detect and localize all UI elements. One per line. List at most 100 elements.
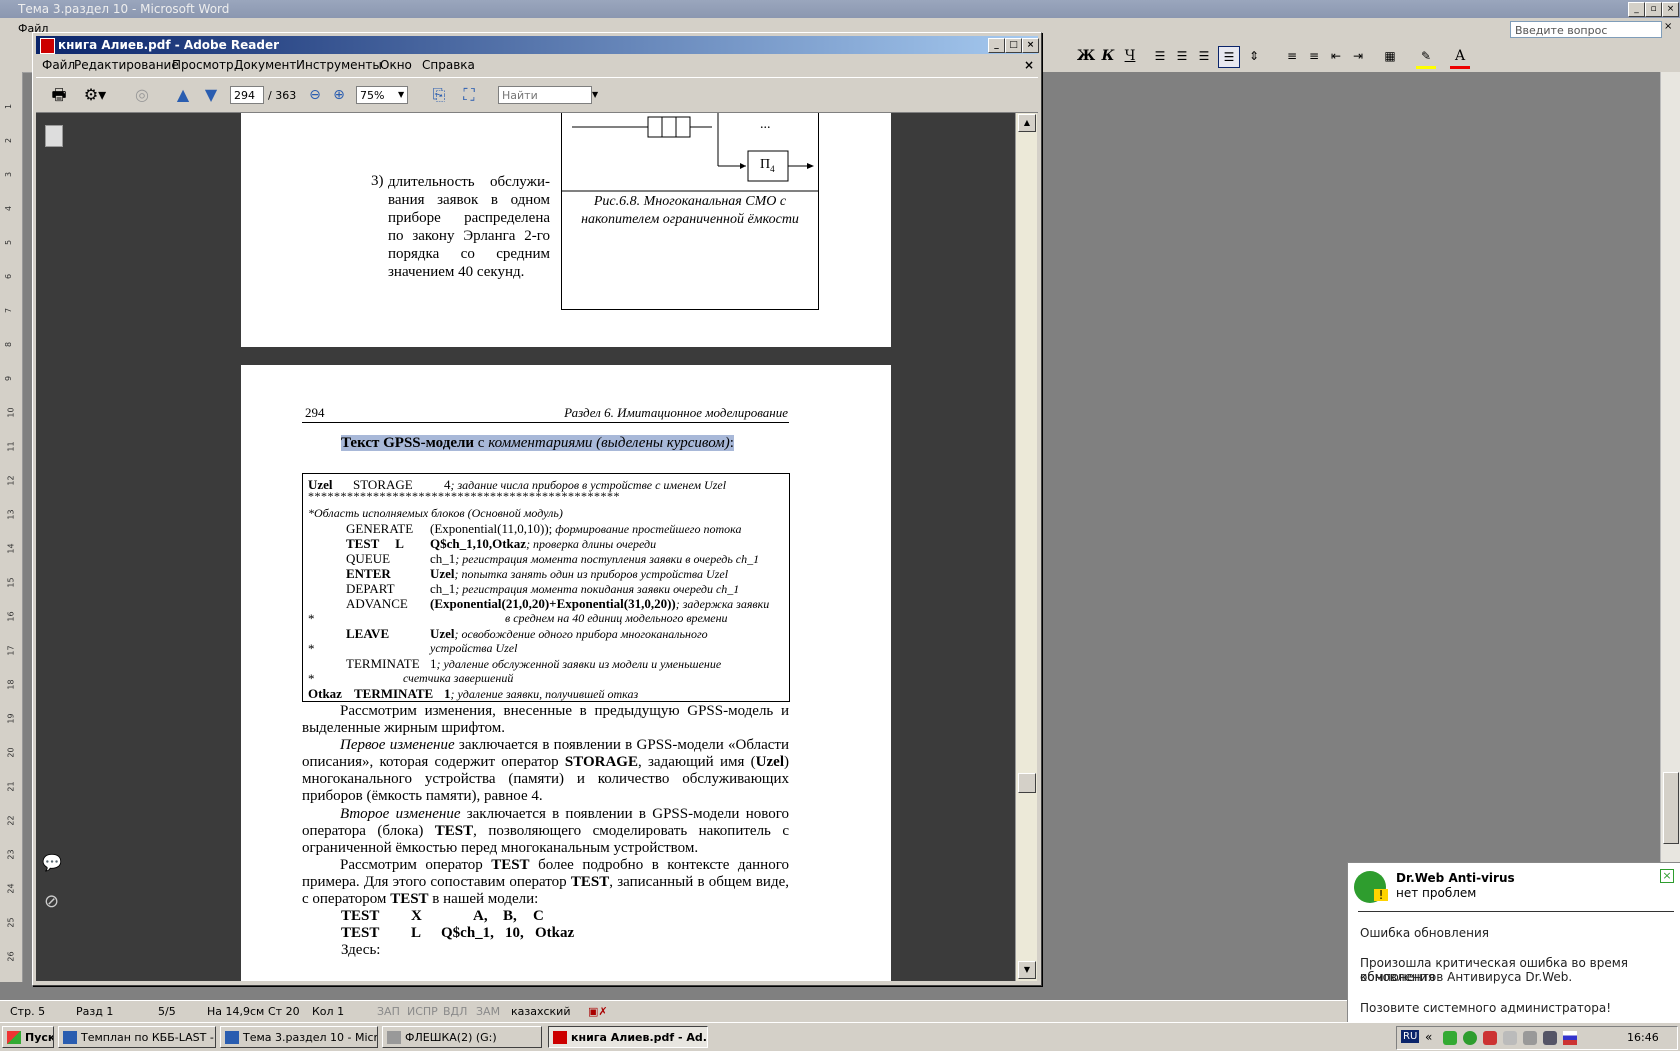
language-indicator[interactable]: RU (1401, 1030, 1420, 1043)
italic-button[interactable]: К (1098, 46, 1118, 66)
tray-network-icon[interactable] (1443, 1031, 1457, 1045)
font-color-icon[interactable]: A (1450, 46, 1470, 69)
tray-usb-icon[interactable] (1503, 1031, 1517, 1045)
drweb-subtitle: нет проблем (1396, 886, 1477, 900)
start-label: Пуск (25, 1031, 54, 1044)
tray-drweb-icon[interactable] (1463, 1031, 1477, 1045)
taskbar-label: книга Алиев.pdf - Ad... (571, 1031, 708, 1044)
numbered-list-icon[interactable]: ≡ (1282, 46, 1302, 66)
menu-document[interactable]: Документ (234, 55, 296, 75)
borders-icon[interactable]: ▦ (1380, 46, 1400, 66)
status-ext[interactable]: ВДЛ (443, 1001, 467, 1022)
ruler-number: 14 (6, 543, 16, 554)
word-vertical-scrollbar[interactable] (1660, 72, 1680, 982)
status-pages: 5/5 (158, 1005, 176, 1018)
scroll-down-icon[interactable]: ▼ (1018, 961, 1036, 979)
para3-line-2: оператора (блока) TEST, позволяющего смо… (302, 823, 789, 839)
taskbar-label: Тема 3.раздел 10 - Micr... (243, 1031, 378, 1044)
ruler-number: 15 (6, 577, 16, 588)
zoom-dropdown-icon[interactable]: ▼ (398, 90, 404, 99)
justify-icon[interactable]: ☰ (1218, 46, 1240, 68)
align-left-icon[interactable]: ☰ (1150, 46, 1170, 66)
status-trk[interactable]: ИСПР (407, 1001, 438, 1022)
menu-file[interactable]: Файл (42, 55, 75, 75)
taskbar-button-word[interactable]: Тема 3.раздел 10 - Micr... (220, 1026, 378, 1048)
page-number-input[interactable]: 294 (230, 86, 264, 104)
code-row-test: Q$ch_1,10,Otkaz; проверка длины очереди (430, 536, 657, 551)
ruler-number: 2 (4, 137, 14, 144)
word-close-button[interactable]: × (1662, 2, 1679, 17)
menu-edit[interactable]: Редактирование (74, 55, 179, 75)
list-item-line-6: значением 40 секунд. (388, 264, 525, 280)
decrease-indent-icon[interactable]: ⇤ (1326, 46, 1346, 66)
pdf-vertical-scrollbar[interactable]: ▲ ▼ (1015, 113, 1037, 981)
figure-caption-line-2: накопителем ограниченной ёмкости (581, 212, 799, 227)
highlight-icon[interactable]: ✎ (1416, 46, 1436, 69)
taskbar-button-adobe[interactable]: книга Алиев.pdf - Ad... (548, 1026, 708, 1048)
tray-volume-icon[interactable] (1543, 1031, 1557, 1045)
ruler-number: 4 (4, 205, 14, 212)
bulleted-list-icon[interactable]: ≡ (1304, 46, 1324, 66)
word-restore-button[interactable]: ▫ (1645, 2, 1662, 17)
code-row-enter: Uzel; попытка занять один из приборов ус… (430, 566, 729, 581)
zoom-in-icon[interactable]: ⊕ (328, 85, 350, 105)
page-number: 294 (305, 405, 325, 420)
find-dropdown-icon[interactable]: ▼ (592, 90, 598, 99)
spelling-icon[interactable]: ▣✗ (588, 1001, 608, 1022)
word-scroll-thumb[interactable] (1663, 772, 1679, 844)
ruler-number: 5 (4, 239, 14, 246)
clock[interactable]: 16:46 (1627, 1031, 1659, 1044)
drweb-close-button[interactable]: × (1660, 869, 1674, 883)
ruler-number: 9 (4, 375, 14, 382)
align-center-icon[interactable]: ☰ (1172, 46, 1192, 66)
document-close-icon[interactable]: × (1024, 55, 1034, 75)
menu-tools[interactable]: Инструменты (296, 55, 382, 75)
pdf-scroll-thumb[interactable] (1018, 773, 1036, 793)
zoom-out-icon[interactable]: ⊖ (304, 85, 326, 105)
bold-button[interactable]: Ж (1076, 46, 1096, 66)
word-titlebar[interactable]: Тема 3.раздел 10 - Microsoft Word _ ▫ × (0, 0, 1680, 18)
adobe-titlebar[interactable]: книга Алиев.pdf - Adobe Reader _ □ × (36, 36, 1039, 54)
align-right-icon[interactable]: ☰ (1194, 46, 1214, 66)
start-button[interactable]: Пуск (2, 1026, 54, 1048)
menu-help[interactable]: Справка (422, 55, 475, 75)
print-icon[interactable]: 🖶 (48, 85, 70, 105)
attachments-icon[interactable]: ⊘ (44, 891, 59, 912)
page-total: / 363 (268, 89, 297, 102)
previous-page-icon[interactable]: ▲ (172, 85, 194, 105)
taskbar-button-flash[interactable]: ФЛЕШКА(2) (G:) (382, 1026, 542, 1048)
figure-frame: ... П4 Рис.6.8. Многоканальная СМО с нак… (561, 113, 819, 310)
word-minimize-button[interactable]: _ (1628, 2, 1645, 17)
organizer-icon[interactable]: ⚙▾ (80, 85, 110, 105)
pdf-view-area[interactable]: 3) длительность обслужи- вания заявок в … (73, 113, 1015, 981)
status-ovr[interactable]: ЗАМ (476, 1001, 500, 1022)
status-rec[interactable]: ЗАП (377, 1001, 400, 1022)
word-help-close-icon[interactable]: × (1664, 21, 1672, 32)
line-spacing-icon[interactable]: ⇕ (1244, 46, 1264, 66)
underline-button[interactable]: Ч (1120, 46, 1140, 66)
adobe-minimize-button[interactable]: _ (988, 38, 1005, 53)
word-ask-question-input[interactable]: Введите вопрос (1510, 21, 1662, 38)
pages-panel-icon[interactable] (45, 125, 63, 147)
menu-window[interactable]: Окно (380, 55, 412, 75)
tray-expand-icon[interactable]: « (1425, 1030, 1432, 1044)
find-input[interactable]: Найти (498, 86, 592, 104)
adobe-close-button[interactable]: × (1022, 38, 1039, 53)
collaborate-icon[interactable]: ◎ (131, 85, 153, 105)
comments-icon[interactable]: 💬 (42, 853, 62, 872)
menu-view[interactable]: Просмотр (172, 55, 234, 75)
tray-antivirus-icon[interactable] (1483, 1031, 1497, 1045)
fit-page-icon[interactable]: ⛶ (458, 85, 480, 105)
adobe-reader-window: книга Алиев.pdf - Adobe Reader _ □ × Фай… (32, 32, 1042, 986)
next-page-icon[interactable]: ▼ (200, 85, 222, 105)
tray-flag-icon[interactable] (1563, 1031, 1577, 1045)
tray-shield-icon[interactable] (1523, 1031, 1537, 1045)
drweb-heading: Ошибка обновления (1360, 926, 1489, 940)
adobe-maximize-button[interactable]: □ (1005, 38, 1022, 53)
increase-indent-icon[interactable]: ⇥ (1348, 46, 1368, 66)
scroll-up-icon[interactable]: ▲ (1018, 114, 1036, 132)
fit-width-icon[interactable]: ⎘ (428, 85, 450, 105)
taskbar-button-templan[interactable]: Темплан по КББ-LAST - ... (58, 1026, 216, 1048)
pdf-icon (553, 1031, 567, 1044)
para3-line-3: ограниченной ёмкостью перед многоканальн… (302, 840, 699, 856)
